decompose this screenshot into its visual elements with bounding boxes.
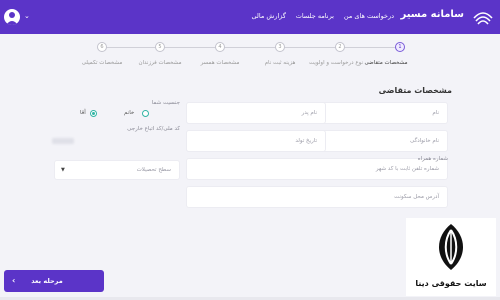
step-2-label: نوع درخواست و اولویت <box>308 60 364 66</box>
gender-radio-group: آقا خانم <box>62 108 182 120</box>
watermark-logo-icon <box>438 224 464 270</box>
step-5-circle[interactable]: 5 <box>155 42 165 52</box>
birth-date-field[interactable]: تاریخ تولد <box>186 130 326 152</box>
step-3-circle[interactable]: 3 <box>275 42 285 52</box>
last-name-placeholder: نام خانوادگی <box>410 138 439 144</box>
chevron-down-icon[interactable]: ⌄ <box>24 12 30 20</box>
step-5-label: مشخصات فرزندان <box>138 60 182 66</box>
foreign-id-value <box>52 138 74 144</box>
nav-financial-report[interactable]: گزارش مالی <box>252 12 287 20</box>
landline-field[interactable]: شماره تلفن ثابت با کد شهر <box>186 158 448 180</box>
next-step-button[interactable]: ‹ مرحله بعد <box>4 270 104 292</box>
phone-label: شماره همراه <box>417 156 448 162</box>
step-4-label: مشخصات همسر <box>200 60 240 66</box>
first-name-placeholder: نام <box>432 110 439 116</box>
father-name-field[interactable]: نام پدر <box>186 102 326 124</box>
step-6-circle[interactable]: 6 <box>97 42 107 52</box>
education-select[interactable]: سطح تحصیلات ▼ <box>54 160 180 180</box>
avatar[interactable] <box>4 9 20 25</box>
nav-meetings[interactable]: برنامه جلسات <box>296 12 334 20</box>
step-3-label: هزینه ثبت نام <box>264 60 296 66</box>
education-placeholder: سطح تحصیلات <box>136 167 171 173</box>
step-4-circle[interactable]: 4 <box>215 42 225 52</box>
address-field[interactable]: آدرس محل سکونت <box>186 186 448 208</box>
next-step-label: مرحله بعد <box>31 277 63 285</box>
watermark-text: سایت حقوقی دینا <box>415 279 487 288</box>
step-1-label: مشخصات متقاضی <box>364 60 408 66</box>
app-title: سامانه مسیر <box>400 9 464 20</box>
landline-placeholder: شماره تلفن ثابت با کد شهر <box>375 166 439 172</box>
nav-my-requests[interactable]: درخواست های من <box>344 12 394 20</box>
gender-male-radio[interactable] <box>90 110 97 117</box>
foreign-id-label: کد ملی/کد اتباع خارجی <box>127 126 180 132</box>
progress-stepper: 1 مشخصات متقاضی 2 نوع درخواست و اولویت 3… <box>0 42 500 72</box>
gender-female-radio[interactable] <box>142 110 149 117</box>
logo-icon <box>473 12 493 25</box>
stepper-line <box>102 47 400 48</box>
gender-female-label: خانم <box>124 110 135 116</box>
top-bar: سامانه مسیر درخواست های من برنامه جلسات … <box>0 0 500 34</box>
birth-date-placeholder: تاریخ تولد <box>295 138 317 144</box>
gender-male-label: آقا <box>80 110 86 116</box>
address-placeholder: آدرس محل سکونت <box>394 194 439 200</box>
user-icon <box>6 12 18 25</box>
watermark: سایت حقوقی دینا <box>406 218 496 296</box>
chevron-down-icon: ▼ <box>61 167 65 173</box>
section-title: مشخصات متقاضی <box>378 86 452 95</box>
step-6-label: مشخصات تکمیلی <box>81 60 123 66</box>
step-2-circle[interactable]: 2 <box>335 42 345 52</box>
gender-label: جنسیت شما <box>151 100 180 106</box>
father-name-placeholder: نام پدر <box>301 110 317 116</box>
step-1-circle[interactable]: 1 <box>395 42 405 52</box>
